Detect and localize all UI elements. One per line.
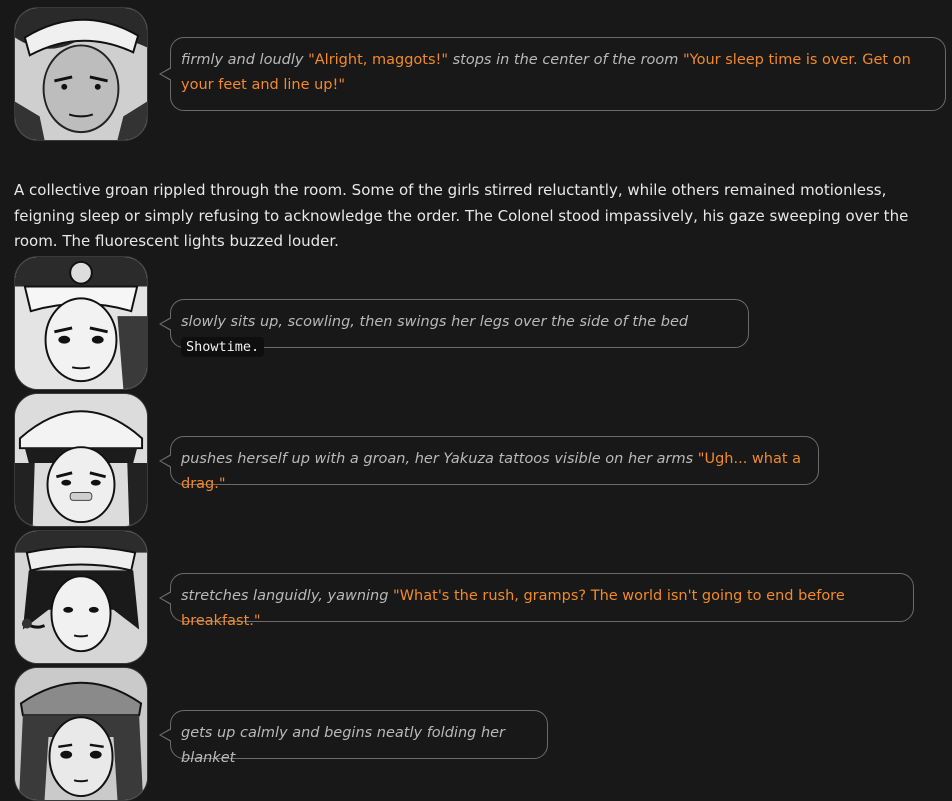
message-bubble: gets up calmly and begins neatly folding… (159, 710, 548, 766)
action-text: pushes herself up with a groan, her Yaku… (181, 451, 694, 467)
avatar[interactable] (14, 7, 148, 141)
narration-text: A collective groan rippled through the r… (14, 181, 909, 250)
bubble-tail (161, 591, 172, 604)
bubble-tail (161, 454, 172, 467)
action-text: stops in the center of the room (452, 52, 679, 68)
chat-message: gets up calmly and begins neatly folding… (14, 667, 948, 801)
action-text: gets up calmly and begins neatly folding… (181, 725, 506, 766)
speech-text: "Alright, maggots!" (308, 52, 448, 68)
message-bubble: firmly and loudly "Alright, maggots!" st… (159, 37, 946, 111)
action-text: slowly sits up, scowling, then swings he… (181, 314, 689, 330)
chat-message: firmly and loudly "Alright, maggots!" st… (14, 7, 948, 141)
avatar[interactable] (14, 256, 148, 390)
message-bubble: slowly sits up, scowling, then swings he… (159, 299, 749, 357)
character-portrait-icon (15, 394, 147, 526)
inline-code: Showtime. (181, 337, 265, 357)
character-portrait-icon (15, 257, 147, 389)
bubble-tail (161, 68, 172, 80)
chat-message: pushes herself up with a groan, her Yaku… (14, 393, 948, 527)
action-text: stretches languidly, yawning (181, 588, 389, 604)
avatar[interactable] (14, 530, 148, 664)
message-bubble: stretches languidly, yawning "What's the… (159, 573, 914, 629)
avatar[interactable] (14, 393, 148, 527)
character-portrait-icon (15, 8, 147, 140)
message-bubble: pushes herself up with a groan, her Yaku… (159, 436, 819, 492)
chat-message: slowly sits up, scowling, then swings he… (14, 256, 948, 390)
avatar[interactable] (14, 667, 148, 801)
bubble-tail (161, 317, 172, 330)
character-portrait-icon (15, 531, 147, 663)
bubble-tail (161, 728, 172, 741)
chat-message: stretches languidly, yawning "What's the… (14, 530, 948, 664)
character-portrait-icon (15, 668, 147, 800)
action-text: firmly and loudly (181, 52, 304, 68)
